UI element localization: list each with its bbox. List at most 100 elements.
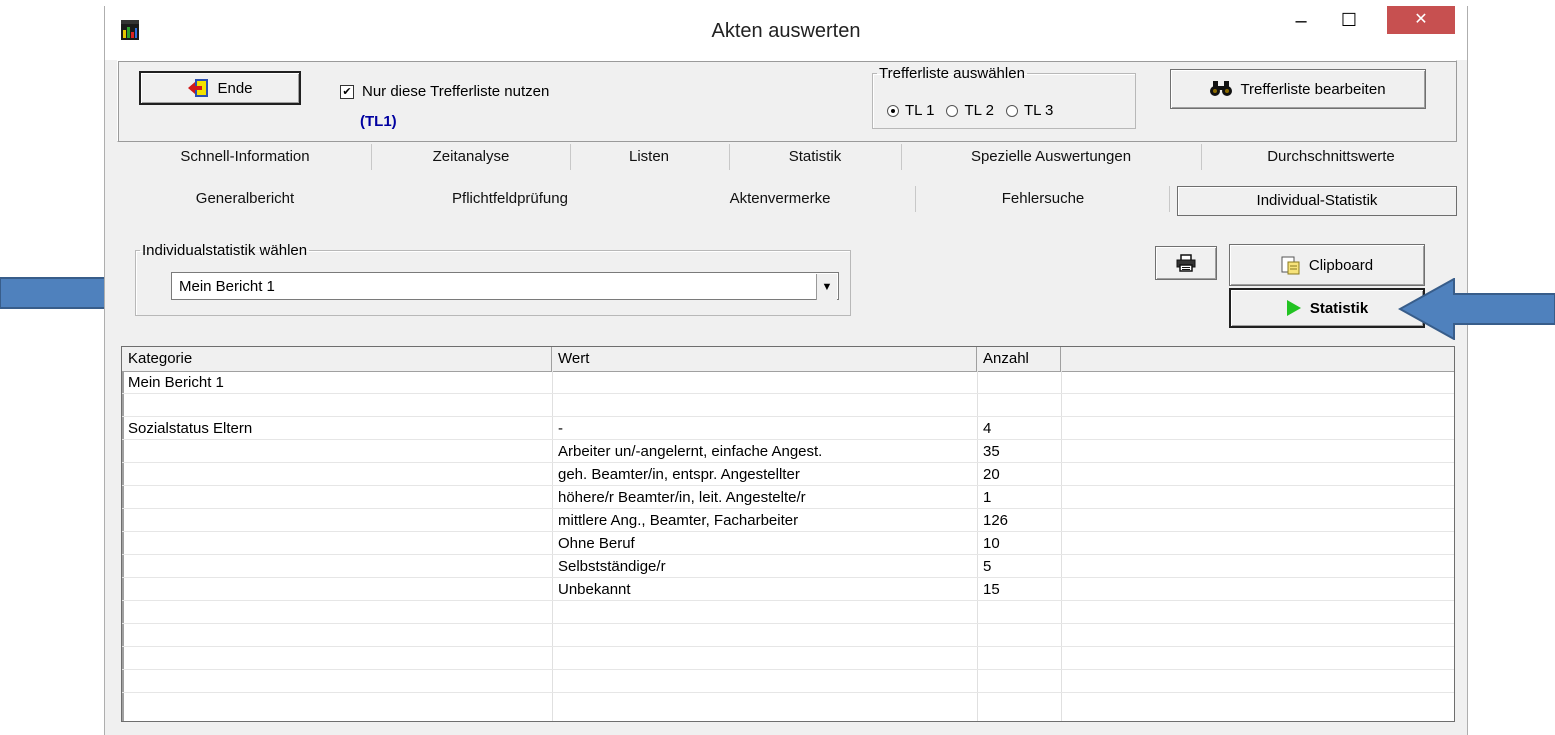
cell-anzahl <box>977 670 983 693</box>
maximize-button[interactable]: ☐ <box>1331 10 1367 36</box>
cell-wert: mittlere Ang., Beamter, Facharbeiter <box>558 512 799 529</box>
statistik-button[interactable]: Statistik <box>1229 288 1425 328</box>
cell-kategorie <box>122 555 128 578</box>
cell-wert <box>552 670 558 693</box>
edit-hitlist-button[interactable]: Trefferliste bearbeiten <box>1170 69 1426 109</box>
binoculars-icon <box>1210 81 1233 96</box>
table-row[interactable]: Arbeiter un/-angelernt, einfache Angest.… <box>122 440 1454 463</box>
radio-tl2-label: TL 2 <box>964 102 994 119</box>
close-icon: ✕ <box>1414 11 1428 28</box>
cell-kategorie <box>122 463 128 486</box>
column-header-wert[interactable]: Wert <box>552 347 977 371</box>
cell-wert <box>552 394 558 417</box>
cell-kategorie <box>122 486 128 509</box>
table-row[interactable]: geh. Beamter/in, entspr. Angestellter 20 <box>122 463 1454 486</box>
individual-statistic-group-label: Individualstatistik wählen <box>142 242 308 259</box>
print-button[interactable] <box>1155 246 1217 280</box>
tab-pflichtfeldpruefung[interactable]: Pflichtfeldprüfung <box>375 190 645 207</box>
cell-wert: Unbekannt <box>558 581 631 598</box>
cell-kategorie <box>122 670 128 693</box>
table-row[interactable]: Ohne Beruf 10 <box>122 532 1454 555</box>
end-button[interactable]: Ende <box>139 71 301 105</box>
table-row[interactable] <box>122 647 1454 670</box>
hitlist-group-label: Trefferliste auswählen <box>879 65 1025 82</box>
cell-wert: Ohne Beruf <box>558 535 635 552</box>
cell-wert <box>552 624 558 647</box>
right-annotation-arrow <box>1398 278 1555 340</box>
radio-tl1-label: TL 1 <box>905 102 935 119</box>
tab-aktenvermerke[interactable]: Aktenvermerke <box>665 190 895 207</box>
statistik-label: Statistik <box>1309 299 1369 317</box>
tab-durchschnittswerte[interactable]: Durchschnittswerte <box>1203 148 1459 165</box>
tab-statistik[interactable]: Statistik <box>731 148 899 165</box>
close-button[interactable]: ✕ <box>1387 6 1455 34</box>
column-header-anzahl[interactable]: Anzahl <box>977 347 1061 371</box>
table-row[interactable]: Sozialstatus Eltern - 4 <box>122 417 1454 440</box>
minimize-button[interactable]: – <box>1283 10 1319 36</box>
clipboard-button[interactable]: Clipboard <box>1229 244 1425 286</box>
table-row[interactable]: höhere/r Beamter/in, leit. Angestelte/r 1 <box>122 486 1454 509</box>
tab-schnell-information[interactable]: Schnell-Information <box>125 148 365 165</box>
end-button-label: Ende <box>217 79 253 97</box>
printer-icon <box>1176 254 1196 272</box>
only-hitlist-label: Nur diese Trefferliste nutzen <box>362 83 550 100</box>
cell-anzahl: 20 <box>983 466 1000 483</box>
tab-individual-statistik[interactable]: Individual-Statistik <box>1177 186 1457 216</box>
cell-anzahl <box>977 394 983 417</box>
cell-kategorie <box>122 601 128 624</box>
cell-anzahl <box>977 601 983 624</box>
toolbar: Ende ✔ Nur diese Trefferliste nutzen (TL… <box>117 60 1457 142</box>
table-row[interactable]: mittlere Ang., Beamter, Facharbeiter 126 <box>122 509 1454 532</box>
cell-wert <box>552 371 558 394</box>
cell-anzahl: 126 <box>983 512 1009 529</box>
cell-kategorie <box>122 624 128 647</box>
cell-anzahl <box>977 647 983 670</box>
radio-icon <box>946 104 959 117</box>
cell-kategorie <box>122 532 128 555</box>
cell-anzahl: 10 <box>983 535 1000 552</box>
radio-tl3-label: TL 3 <box>1023 102 1054 119</box>
maximize-icon: ☐ <box>1340 10 1358 30</box>
cell-anzahl <box>977 624 983 647</box>
tab-fehlersuche[interactable]: Fehlersuche <box>917 190 1169 207</box>
radio-tl2[interactable]: TL 2 <box>946 102 994 119</box>
edit-hitlist-label: Trefferliste bearbeiten <box>1240 80 1386 98</box>
radio-selected-icon <box>887 104 899 117</box>
main-window: Akten auswerten – ☐ ✕ Ende ✔ Nur diese T… <box>104 6 1468 735</box>
hitlist-group: Trefferliste auswählen TL 1 TL 2 TL 3 <box>872 65 1136 129</box>
cell-kategorie <box>122 440 128 463</box>
table-row[interactable] <box>122 670 1454 693</box>
checkbox-check-icon: ✔ <box>340 84 354 99</box>
cell-wert: Arbeiter un/-angelernt, einfache Angest. <box>558 443 823 460</box>
cell-kategorie <box>122 394 128 417</box>
tab-zeitanalyse[interactable]: Zeitanalyse <box>373 148 569 165</box>
cell-wert <box>552 647 558 670</box>
table-row[interactable] <box>122 624 1454 647</box>
table-row[interactable] <box>122 394 1454 417</box>
tab-listen[interactable]: Listen <box>571 148 727 165</box>
dropdown-arrow-icon[interactable]: ▼ <box>816 274 837 300</box>
only-hitlist-checkbox[interactable]: ✔ Nur diese Trefferliste nutzen <box>340 83 549 100</box>
clipboard-icon <box>1281 256 1300 275</box>
table-row[interactable]: Unbekannt 15 <box>122 578 1454 601</box>
cell-wert <box>552 601 558 624</box>
exit-icon <box>188 79 209 97</box>
tab-generalbericht[interactable]: Generalbericht <box>125 190 365 207</box>
table-row[interactable]: Mein Bericht 1 <box>122 371 1454 394</box>
table-row[interactable]: Selbstständige/r 5 <box>122 555 1454 578</box>
radio-icon <box>1005 104 1018 117</box>
cell-wert: Selbstständige/r <box>558 558 666 575</box>
table-row[interactable] <box>122 601 1454 624</box>
radio-tl3[interactable]: TL 3 <box>1005 102 1054 119</box>
cell-kategorie <box>122 647 128 670</box>
cell-wert: höhere/r Beamter/in, leit. Angestelte/r <box>558 489 806 506</box>
radio-tl1[interactable]: TL 1 <box>887 102 934 119</box>
table-header: Kategorie Wert Anzahl <box>122 347 1454 372</box>
cell-anzahl: 15 <box>983 581 1000 598</box>
cell-anzahl: 1 <box>983 489 992 506</box>
column-header-kategorie[interactable]: Kategorie <box>122 347 552 371</box>
report-select[interactable]: Mein Bericht 1 ▼ <box>171 272 839 300</box>
window-title: Akten auswerten <box>711 20 861 42</box>
tab-spezielle-auswertungen[interactable]: Spezielle Auswertungen <box>903 148 1199 165</box>
results-table[interactable]: Kategorie Wert Anzahl Mein Bericht 1 Sozi… <box>121 346 1455 722</box>
